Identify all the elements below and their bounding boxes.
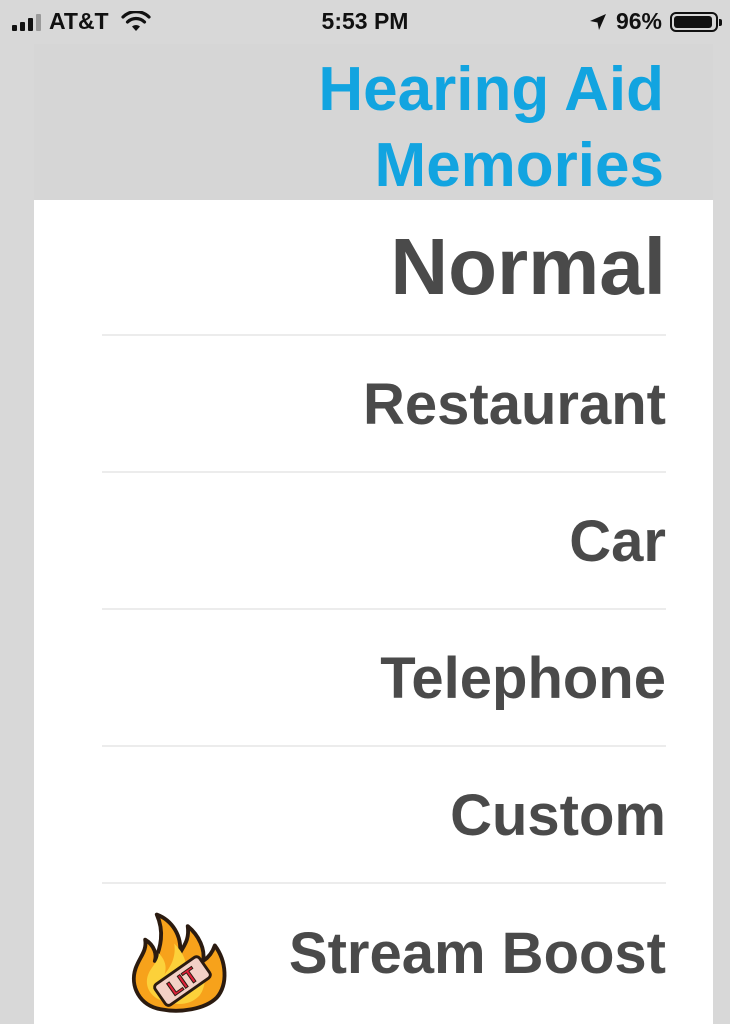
page-title: Hearing Aid Memories — [318, 55, 664, 200]
battery-icon — [670, 11, 722, 32]
memory-label: Telephone — [380, 645, 666, 711]
memory-label: Restaurant — [363, 371, 666, 437]
memory-item-telephone[interactable]: Telephone — [102, 611, 666, 747]
memory-label: Stream Boost — [288, 920, 666, 986]
memory-item-custom[interactable]: Custom — [102, 748, 666, 884]
screen-header: Hearing Aid Memories — [34, 44, 713, 200]
status-right: 96% — [588, 8, 722, 35]
memory-item-car[interactable]: Car — [102, 474, 666, 610]
status-bar: AT&T 5:53 PM 96% — [0, 0, 730, 44]
memory-label: Normal — [390, 222, 666, 311]
memory-item-stream-boost[interactable]: LIT Stream Boost — [102, 885, 666, 1021]
memory-label: Custom — [450, 782, 666, 848]
battery-percent: 96% — [615, 8, 662, 34]
memory-label: Car — [569, 508, 666, 574]
location-arrow-icon — [589, 13, 606, 30]
memory-list: Normal Restaurant Car Telephone Custom L… — [34, 200, 713, 1024]
memory-item-restaurant[interactable]: Restaurant — [102, 337, 666, 473]
lit-fire-sticker-icon: LIT — [132, 912, 227, 1013]
memory-item-normal[interactable]: Normal — [102, 200, 666, 336]
